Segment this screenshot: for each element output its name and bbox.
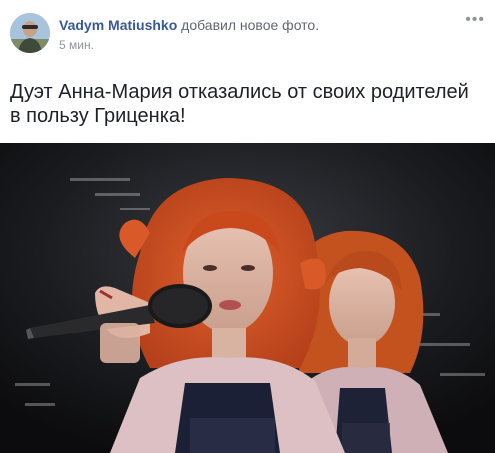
post-timestamp[interactable]: 5 мин. <box>59 38 319 52</box>
more-options-icon[interactable]: ••• <box>465 12 485 28</box>
post-header: Vadym Matiushko добавил новое фото. 5 ми… <box>10 12 495 57</box>
author-line: Vadym Matiushko добавил новое фото. <box>59 17 319 33</box>
avatar-image <box>10 13 50 53</box>
photo-image <box>0 143 495 453</box>
author-name-link[interactable]: Vadym Matiushko <box>59 17 177 33</box>
author-avatar[interactable] <box>10 13 50 53</box>
feed-post: Vadym Matiushko добавил новое фото. 5 ми… <box>0 0 495 453</box>
post-photo[interactable] <box>0 143 495 453</box>
post-text: Дуэт Анна-Мария отказались от своих роди… <box>10 81 469 127</box>
post-meta: Vadym Matiushko добавил новое фото. 5 ми… <box>59 17 319 52</box>
action-text: добавил новое фото. <box>181 17 320 33</box>
